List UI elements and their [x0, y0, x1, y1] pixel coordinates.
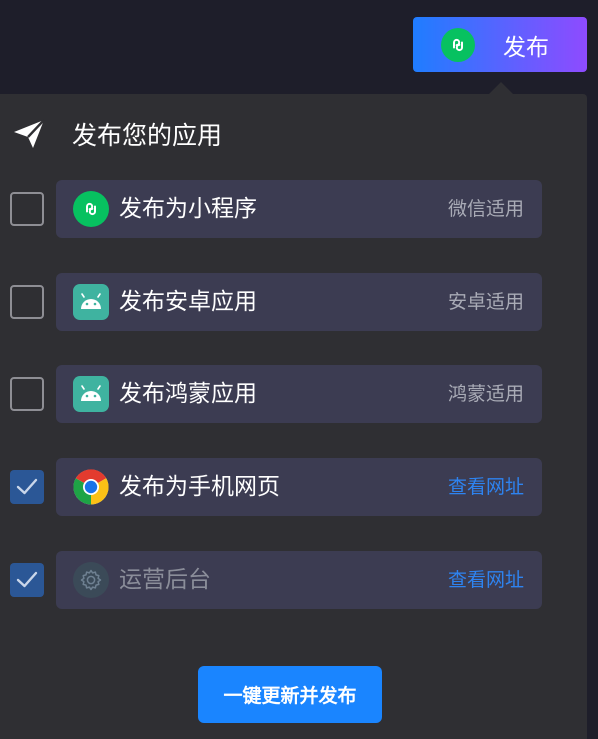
popover-caret — [489, 82, 513, 94]
panel-header: 发布您的应用 — [12, 114, 222, 154]
checkbox-harmony[interactable] — [10, 377, 44, 411]
option-label: 运营后台 — [119, 567, 211, 593]
option-label: 发布为手机网页 — [119, 474, 280, 500]
checkmark-icon — [16, 571, 38, 588]
option-card-harmony[interactable]: 发布鸿蒙应用 鸿蒙适用 — [56, 365, 542, 423]
publish-panel: 发布您的应用 发布为小程序 微信适用 发布安卓应用 安卓适用 发布鸿蒙应用 鸿蒙… — [0, 94, 587, 739]
update-and-publish-button[interactable]: 一键更新并发布 — [198, 666, 382, 723]
background-strip — [587, 94, 598, 739]
option-card-admin[interactable]: 运营后台 查看网址 — [56, 551, 542, 609]
option-label: 发布安卓应用 — [119, 289, 257, 315]
publish-button[interactable]: 发布 — [413, 17, 587, 72]
option-row-miniprogram: 发布为小程序 微信适用 — [0, 180, 587, 238]
checkmark-icon — [16, 478, 38, 495]
option-row-mobile-web: 发布为手机网页 查看网址 — [0, 458, 587, 516]
android-icon — [73, 376, 109, 412]
top-bar: 发布 — [0, 0, 598, 94]
checkbox-miniprogram[interactable] — [10, 192, 44, 226]
wechat-miniprogram-icon — [73, 191, 109, 227]
chrome-icon — [73, 469, 109, 505]
option-card-miniprogram[interactable]: 发布为小程序 微信适用 — [56, 180, 542, 238]
checkbox-android[interactable] — [10, 285, 44, 319]
option-hint: 安卓适用 — [447, 291, 524, 313]
option-card-android[interactable]: 发布安卓应用 安卓适用 — [56, 273, 542, 331]
android-icon — [73, 284, 109, 320]
option-label: 发布鸿蒙应用 — [119, 381, 257, 407]
view-url-link[interactable]: 查看网址 — [448, 458, 524, 516]
option-hint: 微信适用 — [447, 198, 524, 220]
paper-plane-icon — [12, 117, 46, 151]
option-row-admin: 运营后台 查看网址 — [0, 551, 587, 609]
checkbox-mobile-web[interactable] — [10, 470, 44, 504]
wechat-miniprogram-icon — [441, 27, 475, 62]
option-row-harmony: 发布鸿蒙应用 鸿蒙适用 — [0, 365, 587, 423]
view-url-link[interactable]: 查看网址 — [448, 551, 524, 609]
checkbox-admin[interactable] — [10, 563, 44, 597]
panel-title: 发布您的应用 — [72, 121, 223, 150]
publish-button-label: 发布 — [503, 34, 549, 61]
option-row-android: 发布安卓应用 安卓适用 — [0, 273, 587, 331]
option-card-mobile-web[interactable]: 发布为手机网页 查看网址 — [56, 458, 542, 516]
gear-icon — [73, 562, 109, 598]
option-label: 发布为小程序 — [119, 196, 257, 222]
option-hint: 鸿蒙适用 — [447, 383, 524, 405]
